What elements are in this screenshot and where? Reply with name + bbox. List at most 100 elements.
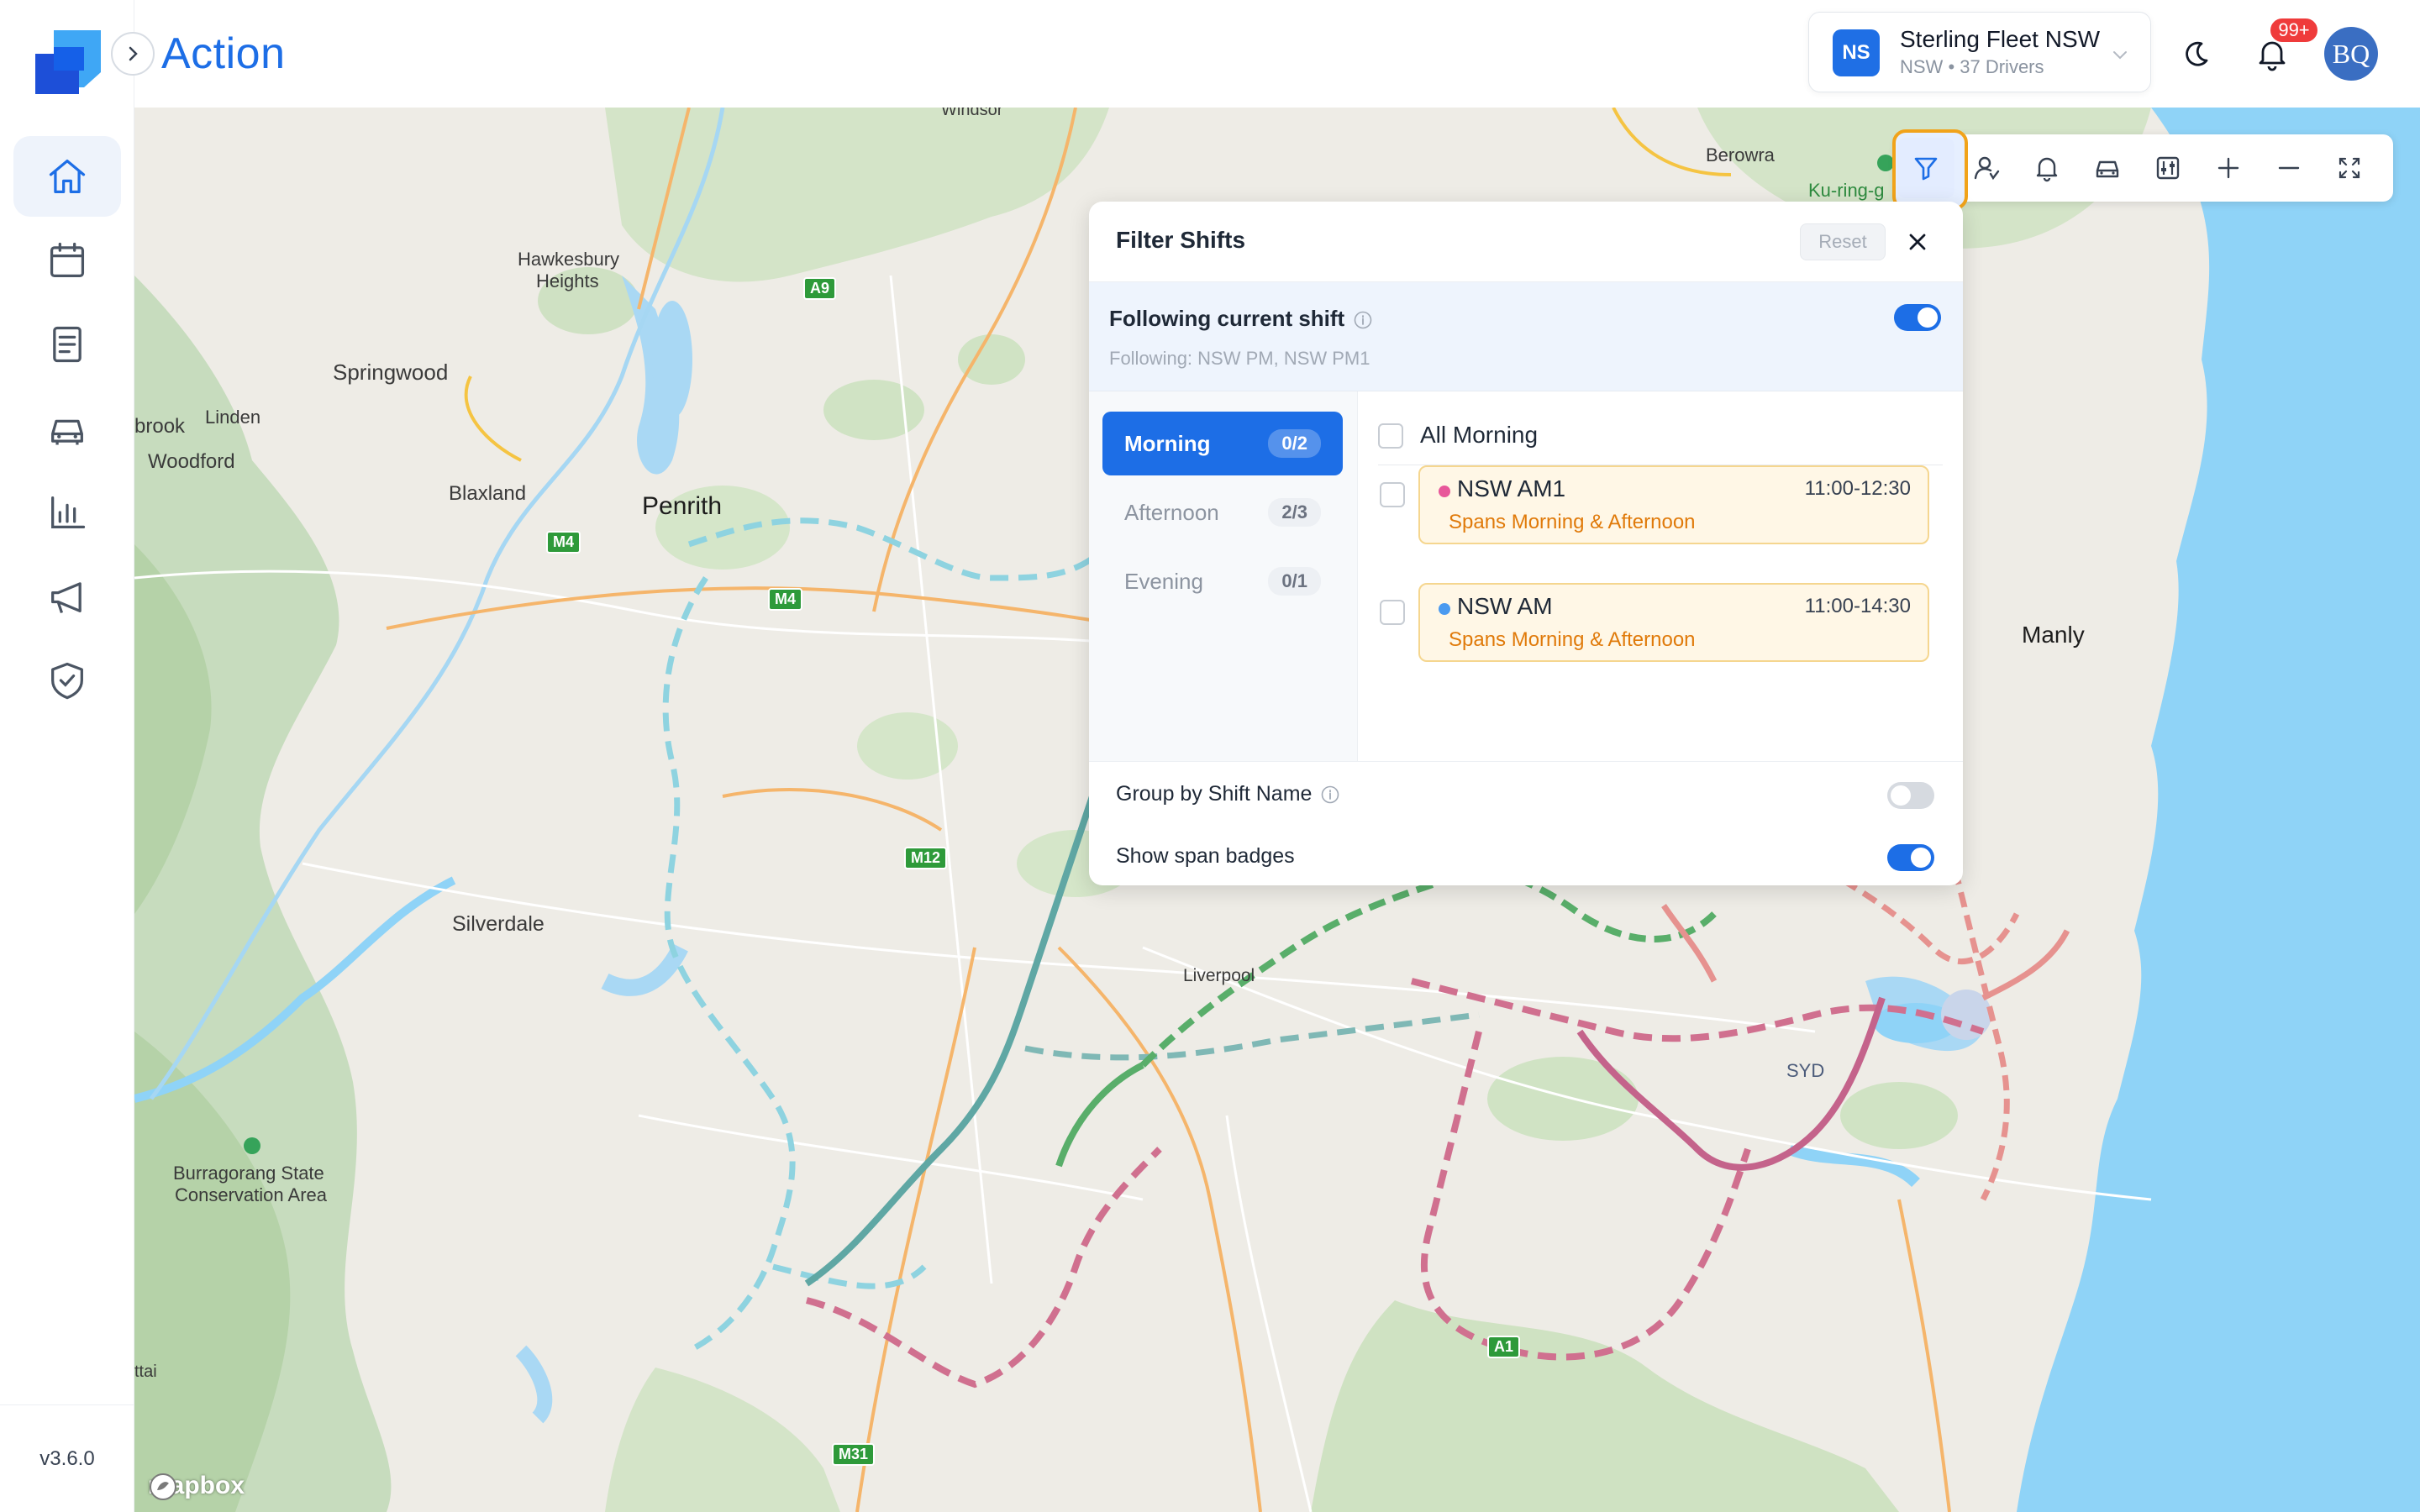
fullscreen-button[interactable] [2319,134,2380,202]
tab-morning-count: 0/2 [1268,429,1321,458]
following-title-text: Following current shift [1109,306,1345,331]
map-label-berowra: Berowra [1706,144,1775,165]
zoom-out-button[interactable] [2259,134,2319,202]
shift-span-badge: Spans Morning & Afternoon [1449,511,1696,533]
sidebar-item-home[interactable] [13,136,121,217]
org-subtitle: NSW • 37 Drivers [1900,56,2044,77]
minus-icon [2278,166,2300,170]
sidebar-item-compliance[interactable] [13,640,121,721]
app-version: v3.6.0 [0,1404,134,1512]
moon-icon[interactable] [2180,37,2213,71]
shift-card-nsw-am[interactable]: NSW AM 11:00-14:30 Spans Morning & After… [1418,583,1929,662]
organization-selector[interactable]: NS Sterling Fleet NSW NSW • 37 Drivers [1808,12,2151,92]
show-span-badges-toggle[interactable] [1887,844,1934,871]
road-shield-a1: A1 [1487,1336,1521,1358]
map-label-springwood: Springwood [333,360,449,385]
select-all-morning-label: All Morning [1420,422,1539,448]
filter-panel-options: Group by Shift Name Show span badges [1089,761,1963,885]
bar-chart-icon [51,496,86,528]
shift-period-tabs: Morning 0/2 Afternoon 2/3 Evening 0/1 [1089,391,1358,761]
close-icon[interactable] [1904,228,1931,255]
shift-color-dot [1439,603,1450,615]
shift-time: 11:00-12:30 [1804,477,1911,500]
reset-button[interactable]: Reset [1800,223,1886,260]
tab-evening[interactable]: Evening 0/1 [1102,549,1343,613]
map-label-syd: SYD [1786,1060,1825,1081]
car-icon [51,419,83,445]
group-by-text: Group by Shift Name [1116,782,1313,806]
group-by-shift-name-label: Group by Shift Name [1116,782,1340,806]
tab-evening-count: 0/1 [1268,567,1321,596]
driver-icon [1974,156,2000,181]
road-shield-m4-east: M4 [768,588,803,611]
fullscreen-icon [2338,157,2360,179]
map-label-liverpool: Liverpool [1183,966,1255,985]
filter-panel-title: Filter Shifts [1116,227,1246,253]
group-by-shift-name-toggle[interactable] [1887,782,1934,809]
filter-panel-header: Filter Shifts Reset [1089,202,1963,282]
vehicles-button[interactable] [2077,134,2138,202]
sidebar-item-announcements[interactable] [13,556,121,637]
map-label-burragorang-1: Burragorang State [173,1163,324,1184]
car-icon [2096,160,2119,178]
map-label-manly: Manly [2022,622,2085,648]
shift-checkbox-nsw-am[interactable] [1380,600,1405,625]
tab-morning-label: Morning [1124,430,1211,456]
zoom-in-button[interactable] [2198,134,2259,202]
select-all-morning-checkbox[interactable] [1378,423,1403,449]
sidebar-item-reports[interactable] [13,472,121,553]
map-label-hawkesbury-heights-1: Hawkesbury [518,249,620,270]
info-icon[interactable] [1320,785,1340,805]
select-all-morning-row[interactable]: All Morning [1378,408,1943,465]
notification-count-badge: 99+ [2269,17,2319,44]
sidebar-item-documents[interactable] [13,304,121,385]
filter-shifts-panel: Filter Shifts Reset Following current sh… [1089,202,1963,885]
map-label-ttai: ttai [134,1362,157,1381]
org-badge: NS [1833,29,1880,76]
map-label-brook: brook [134,415,186,438]
road-shield-m12: M12 [904,847,948,869]
alerts-button[interactable] [2017,134,2077,202]
user-avatar[interactable]: BQ [2324,27,2378,81]
plus-icon [2217,157,2239,179]
org-name: Sterling Fleet NSW [1900,26,2101,52]
tab-afternoon-label: Afternoon [1124,499,1219,525]
following-current-shift-label: Following current shift [1109,306,1373,332]
following-shifts-list: Following: NSW PM, NSW PM1 [1109,348,1370,369]
tab-evening-label: Evening [1124,568,1203,594]
map-settings-button[interactable] [2138,134,2198,202]
toggle-knob [1918,307,1938,328]
sidebar: v3.6.0 [0,0,134,1512]
following-current-shift-toggle[interactable] [1894,304,1941,331]
info-icon[interactable] [1353,310,1373,330]
sidebar-item-vehicles[interactable] [13,388,121,469]
toggle-knob [1911,848,1931,868]
tab-morning[interactable]: Morning 0/2 [1102,412,1343,475]
app-logo[interactable] [30,22,104,96]
sliders-icon [2156,156,2180,180]
tab-afternoon-count: 2/3 [1268,498,1321,527]
tab-afternoon[interactable]: Afternoon 2/3 [1102,480,1343,544]
mapbox-attribution[interactable]: mapbox [148,1472,245,1500]
document-icon [53,326,82,363]
following-current-shift-section: Following current shift Following: NSW P… [1089,282,1963,391]
map-label-hawkesbury-heights-2: Heights [536,270,599,291]
sidebar-item-calendar[interactable] [13,220,121,301]
calendar-icon [50,242,85,278]
sidebar-toggle-button[interactable] [111,32,155,76]
shield-check-icon [51,662,83,700]
shift-checkbox-nsw-am1[interactable] [1380,482,1405,507]
show-span-badges-label: Show span badges [1116,844,1295,868]
shift-list: All Morning NSW AM1 11:00-12:30 Spans Mo… [1358,391,1963,761]
map-label-burragorang-2: Conservation Area [175,1184,327,1205]
shift-card-nsw-am1[interactable]: NSW AM1 11:00-12:30 Spans Morning & Afte… [1418,465,1929,544]
filter-button[interactable] [1892,129,1968,210]
drivers-button[interactable] [1956,134,2017,202]
bell-icon [2036,157,2058,182]
page-title: Action [161,29,286,78]
shift-name: NSW AM [1457,593,1553,619]
road-shield-a9: A9 [803,277,837,300]
map-label-silverdale: Silverdale [452,912,544,936]
shift-time: 11:00-14:30 [1804,595,1911,617]
map-label-linden: Linden [205,407,261,428]
